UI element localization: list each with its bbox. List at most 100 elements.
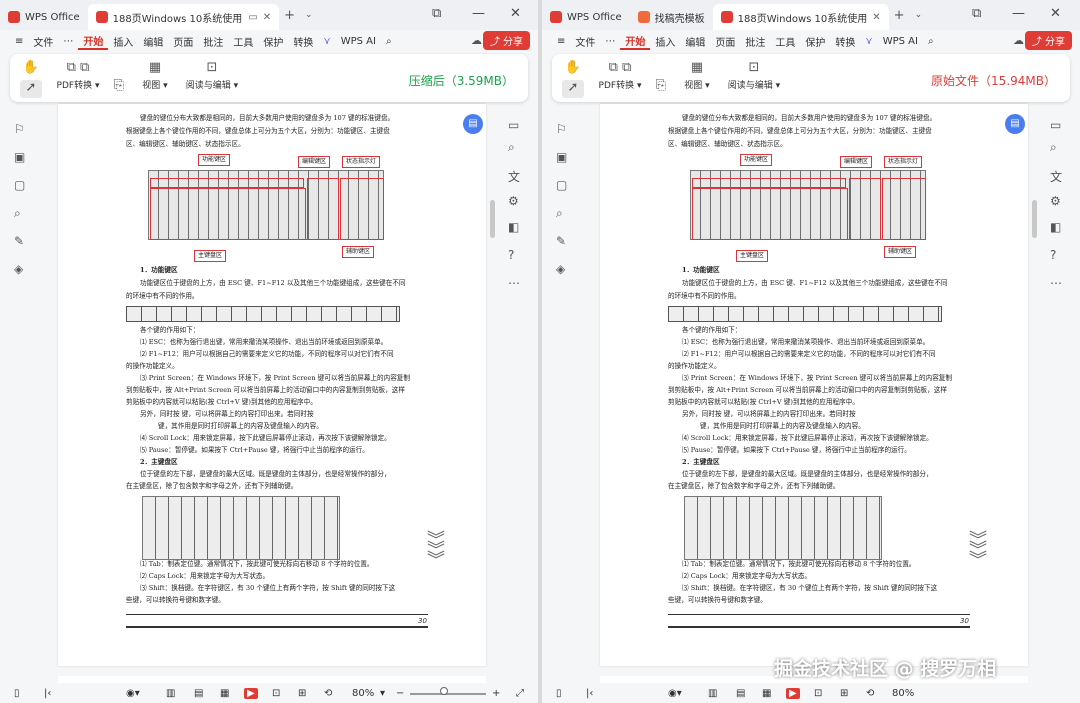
play-icon[interactable]: ▶ [786, 687, 800, 699]
scrollbar-thumb[interactable] [490, 200, 495, 238]
hand-tool-button[interactable]: ✋ [562, 60, 584, 78]
rotate-icon[interactable]: ⟲ [866, 688, 874, 699]
compare-icon[interactable]: ◧ [508, 220, 519, 234]
compare-icon[interactable]: ◧ [1050, 220, 1061, 234]
layers-icon[interactable]: ◈ [14, 262, 23, 276]
close-window-icon[interactable]: ✕ [510, 6, 521, 21]
menu-convert[interactable]: 转换 [830, 34, 860, 49]
signature-icon[interactable]: ✎ [556, 234, 566, 248]
single-page-icon[interactable]: ▥ [166, 688, 175, 699]
more-icon[interactable]: ⋯ [508, 276, 520, 290]
bookmark-icon[interactable]: ⚐ [14, 122, 25, 136]
tab-document[interactable]: 188页Windows 10系统使用 ▭ ✕ [87, 4, 280, 30]
menu-wps-ai[interactable]: WPS AI [878, 36, 923, 47]
copy-button[interactable]: ⎘ [650, 78, 672, 96]
continuous-icon[interactable]: ▤ [736, 688, 745, 699]
menu-wps-ai[interactable]: WPS AI [336, 36, 381, 47]
zoom-dropdown-icon[interactable]: ▾ [380, 688, 385, 699]
close-tab-icon[interactable]: ✕ [263, 12, 271, 23]
more-icon[interactable]: ⋯ [1050, 276, 1062, 290]
double-page-icon[interactable]: ▦ [220, 688, 229, 699]
tab-wps-office[interactable]: WPS Office [0, 4, 88, 30]
sidebar-toggle-icon[interactable]: ▯ [14, 688, 20, 699]
window-mode-icon[interactable]: ▭ [248, 12, 257, 23]
thumbnail-icon[interactable]: ▣ [556, 150, 567, 164]
select-tool-button[interactable]: ➚ [20, 80, 42, 98]
zoom-slider[interactable] [410, 693, 486, 695]
translate-icon[interactable]: 文 [1050, 168, 1062, 185]
view-button[interactable]: ▦ 视图 ▾ [682, 60, 712, 91]
menu-more[interactable]: ⋯ [58, 36, 78, 47]
single-page-icon[interactable]: ▥ [708, 688, 717, 699]
attachment-icon[interactable]: ⌕ [14, 206, 21, 221]
layers-icon[interactable]: ◈ [556, 262, 565, 276]
menu-protect[interactable]: 保护 [258, 34, 288, 49]
menu-page[interactable]: 页面 [710, 34, 740, 49]
hand-tool-button[interactable]: ✋ [20, 60, 42, 78]
double-page-icon[interactable]: ▦ [762, 688, 771, 699]
signature-icon[interactable]: ✎ [14, 234, 24, 248]
menu-tools[interactable]: 工具 [770, 34, 800, 49]
first-page-icon[interactable]: |‹ [586, 688, 593, 699]
copy-button[interactable]: ⎘ [108, 78, 130, 96]
menu-insert[interactable]: 插入 [108, 34, 138, 49]
translate-icon[interactable]: 文 [508, 168, 520, 185]
hamburger-icon[interactable]: ≡ [10, 36, 28, 47]
search-icon[interactable]: ⌕ [1050, 140, 1057, 155]
minimize-icon[interactable]: — [472, 6, 485, 21]
scrollbar-thumb[interactable] [1032, 200, 1037, 238]
zoom-out-button[interactable]: − [396, 688, 404, 699]
share-button[interactable]: ⤴ 分享 [1024, 31, 1072, 50]
panel-toggle-icon[interactable]: ▭ [1050, 118, 1061, 132]
rotate-icon[interactable]: ⟲ [324, 688, 332, 699]
sidebar-toggle-icon[interactable]: ▯ [556, 688, 562, 699]
hamburger-icon[interactable]: ≡ [552, 36, 570, 47]
pdf-convert-button[interactable]: ⧉ ⧉ PDF转换 ▾ [52, 60, 104, 91]
settings-icon[interactable]: ⚙ [508, 194, 519, 208]
pdf-convert-button[interactable]: ⧉ ⧉ PDF转换 ▾ [594, 60, 646, 91]
fit-icon[interactable]: ⊡ [272, 688, 280, 699]
close-window-icon[interactable]: ✕ [1050, 6, 1061, 21]
search-icon[interactable]: ⌕ [381, 36, 397, 47]
menu-start[interactable]: 开始 [620, 33, 651, 50]
restore-icon[interactable]: ⧉ [972, 6, 981, 21]
menu-start[interactable]: 开始 [78, 33, 109, 50]
comment-icon[interactable]: ▢ [14, 178, 25, 192]
comment-icon[interactable]: ▢ [556, 178, 567, 192]
view-button[interactable]: ▦ 视图 ▾ [140, 60, 170, 91]
eye-icon[interactable]: ◉▾ [126, 688, 140, 699]
select-tool-button[interactable]: ➚ [562, 80, 584, 98]
continuous-icon[interactable]: ▤ [194, 688, 203, 699]
search-icon[interactable]: ⌕ [923, 36, 939, 47]
panel-toggle-icon[interactable]: ▭ [508, 118, 519, 132]
menu-annotate[interactable]: 批注 [198, 34, 228, 49]
read-edit-button[interactable]: ⊡ 阅读与编辑 ▾ [724, 60, 784, 91]
menu-file[interactable]: 文件 [570, 34, 600, 49]
attachment-icon[interactable]: ⌕ [556, 206, 563, 221]
menu-edit[interactable]: 编辑 [138, 34, 168, 49]
floating-tool-icon[interactable]: ▤ [1005, 114, 1025, 134]
help-icon[interactable]: ? [508, 248, 514, 262]
zoom-level[interactable]: 80% [352, 688, 374, 699]
share-button[interactable]: ⤴ 分享 [482, 31, 530, 50]
chevron-down-icon[interactable]: ⌄ [910, 10, 928, 20]
menu-edit[interactable]: 编辑 [680, 34, 710, 49]
menu-annotate[interactable]: 批注 [740, 34, 770, 49]
floating-tool-icon[interactable]: ▤ [463, 114, 483, 134]
first-page-icon[interactable]: |‹ [44, 688, 51, 699]
tab-template[interactable]: 找稿壳模板 [630, 4, 713, 30]
fit-width-icon[interactable]: ⊞ [840, 688, 848, 699]
search-icon[interactable]: ⌕ [508, 140, 515, 155]
menu-convert[interactable]: 转换 [288, 34, 318, 49]
tab-document[interactable]: 188页Windows 10系统使用 ✕ [712, 4, 889, 30]
menu-protect[interactable]: 保护 [800, 34, 830, 49]
menu-more[interactable]: ⋯ [600, 36, 620, 47]
tab-wps-office[interactable]: WPS Office [542, 4, 630, 30]
cloud-icon[interactable]: ☁ [1013, 34, 1024, 47]
new-tab-icon[interactable]: + [889, 8, 910, 23]
fullscreen-icon[interactable]: ⤢ [516, 688, 524, 699]
thumbnail-icon[interactable]: ▣ [14, 150, 25, 164]
settings-icon[interactable]: ⚙ [1050, 194, 1061, 208]
menu-tools[interactable]: 工具 [228, 34, 258, 49]
help-icon[interactable]: ? [1050, 248, 1056, 262]
